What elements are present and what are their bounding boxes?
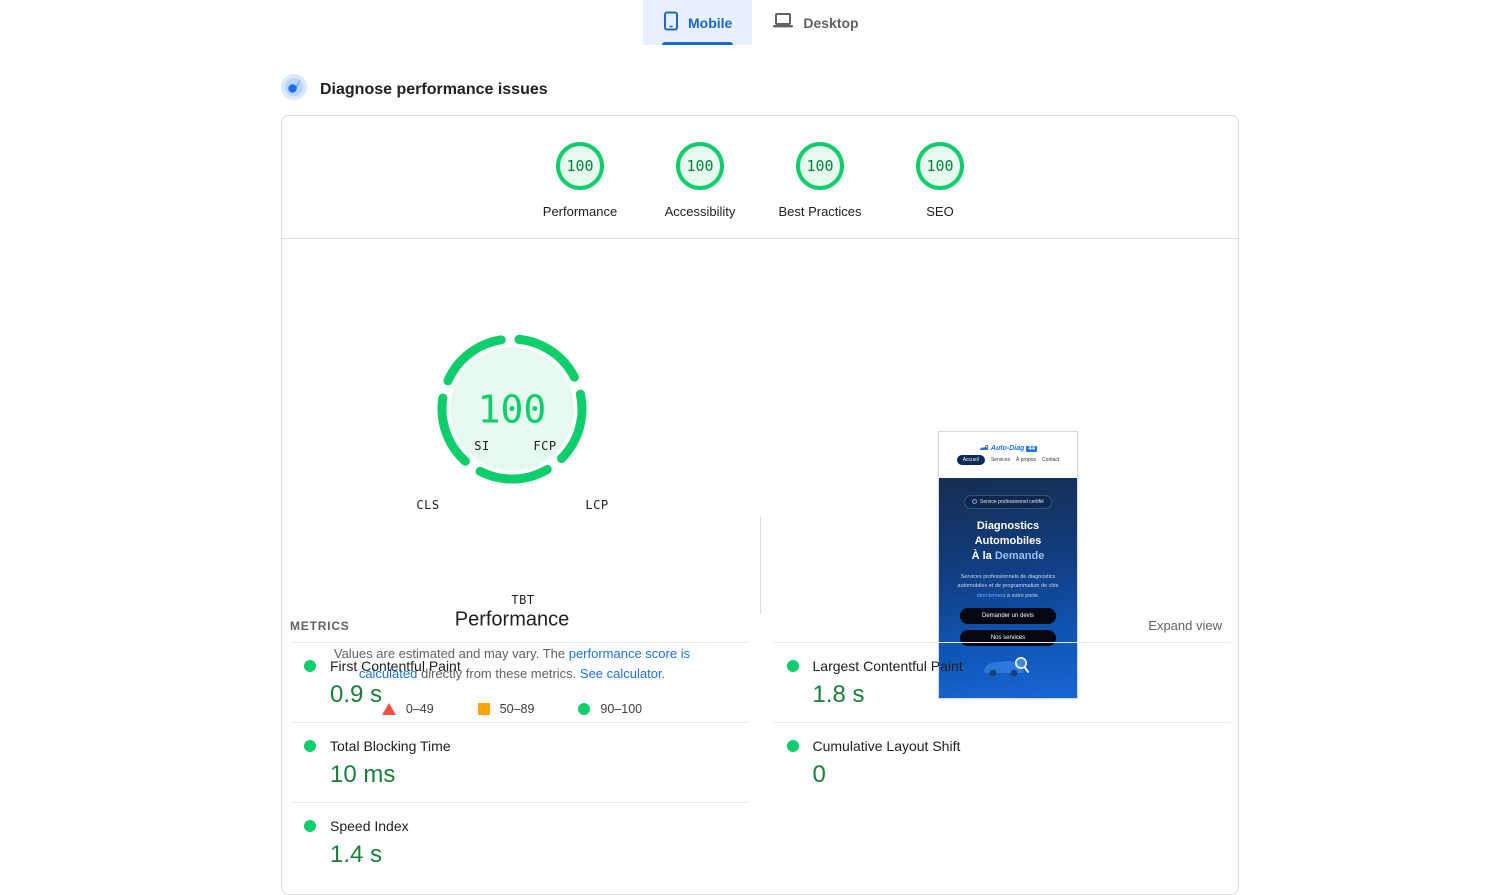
category-scores-row: 100 Performance 100 Accessibility 100 Be…	[282, 116, 1238, 219]
active-tab-indicator	[662, 42, 734, 45]
hero-paragraph-highlight: directement	[976, 593, 1006, 600]
score-best-practices-label: Best Practices	[778, 204, 862, 219]
performance-gauge-section: 100 SI FCP CLS LCP TBT Performance Value…	[282, 239, 1238, 716]
metrics-heading: METRICS	[290, 618, 350, 633]
thumbnail-site-logo: Auto-Diag 44	[979, 445, 1038, 452]
pass-dot-icon	[304, 660, 316, 672]
metric-name-cls: Cumulative Layout Shift	[812, 738, 961, 754]
metric-value-fcp: 0.9 s	[330, 681, 383, 708]
tab-desktop-label: Desktop	[803, 14, 859, 31]
score-seo-label: SEO	[926, 204, 954, 219]
score-performance-gauge[interactable]: 100	[556, 142, 604, 190]
metric-largest-contentful-paint: Largest Contentful Paint 1.8 s	[772, 643, 1231, 723]
metrics-column-left: First Contentful Paint 0.9 s Total Block…	[290, 642, 749, 882]
metrics-column-right: Largest Contentful Paint 1.8 s Cumulativ…	[772, 642, 1232, 882]
hero-paragraph: Services professionnels de diagnostics a…	[939, 573, 1077, 603]
metrics-header: METRICS Expand view	[290, 618, 1222, 633]
speedometer-icon	[281, 74, 307, 105]
logo-car-icon	[979, 445, 989, 450]
score-accessibility-label: Accessibility	[664, 204, 736, 219]
performance-gauge: 100	[427, 324, 597, 494]
score-seo: 100 SEO	[880, 142, 1000, 219]
nav-a-propos: À propos	[1016, 457, 1037, 463]
score-performance: 100 Performance	[520, 142, 640, 219]
diagnose-title: Diagnose performance issues	[320, 80, 548, 98]
score-seo-gauge[interactable]: 100	[916, 142, 964, 190]
metric-name-tbt: Total Blocking Time	[330, 738, 451, 754]
metric-value-si: 1.4 s	[330, 841, 383, 868]
badge-dot-icon	[972, 499, 978, 504]
device-tabbar: Mobile Desktop	[643, 0, 879, 45]
tab-mobile-label: Mobile	[688, 14, 733, 31]
hero-title-line2: Automobiles	[974, 534, 1042, 547]
hero-badge-text: Service professionnel certifié	[980, 498, 1044, 505]
metric-name-si: Speed Index	[330, 818, 409, 834]
metric-name-lcp: Largest Contentful Paint	[812, 658, 963, 674]
gauge-label-cls: CLS	[416, 498, 440, 512]
hero-title: Diagnostics Automobiles À la Demande	[939, 519, 1077, 564]
pass-dot-icon	[786, 660, 799, 672]
metric-cumulative-layout-shift: Cumulative Layout Shift 0	[773, 723, 1232, 802]
metric-name-fcp: First Contentful Paint	[330, 658, 461, 674]
hero-title-line3a: À la	[971, 549, 995, 562]
gauge-label-fcp: FCP	[533, 439, 557, 453]
diagnose-section-header: Diagnose performance issues	[281, 74, 548, 105]
pass-dot-icon	[786, 740, 799, 752]
tab-mobile[interactable]: Mobile	[643, 0, 753, 45]
nav-accueil: Accueil	[956, 455, 985, 465]
metric-value-tbt: 10 ms	[330, 761, 396, 788]
score-accessibility-gauge[interactable]: 100	[676, 142, 724, 190]
nav-contact: Contact	[1042, 457, 1060, 463]
mobile-phone-icon	[663, 11, 679, 34]
metric-speed-index: Speed Index 1.4 s	[290, 803, 749, 882]
tab-desktop[interactable]: Desktop	[752, 0, 878, 45]
metric-value-lcp: 1.8 s	[812, 681, 865, 708]
gauge-score-text: 100	[478, 388, 547, 432]
expand-view-link[interactable]: Expand view	[1148, 618, 1222, 633]
pass-dot-icon	[304, 740, 316, 752]
logo-badge: 44	[1026, 445, 1038, 452]
metrics-grid: First Contentful Paint 0.9 s Total Block…	[290, 642, 1231, 882]
gauge-thumbnail-divider	[760, 517, 761, 614]
pass-dot-icon	[304, 820, 316, 832]
hero-title-line3b: Demande	[994, 549, 1045, 562]
metric-first-contentful-paint: First Contentful Paint 0.9 s	[290, 643, 749, 723]
hero-paragraph-part1: Services professionnels de diagnostics a…	[957, 573, 1059, 590]
gauge-label-tbt: TBT	[511, 593, 535, 607]
metric-total-blocking-time: Total Blocking Time 10 ms	[290, 723, 749, 803]
score-accessibility: 100 Accessibility	[640, 142, 760, 219]
hero-certified-badge: Service professionnel certifié	[964, 494, 1052, 509]
score-performance-label: Performance	[542, 204, 618, 219]
metric-value-cls: 0	[812, 761, 826, 788]
hero-paragraph-part2: à votre porte.	[1005, 593, 1040, 600]
desktop-laptop-icon	[772, 12, 794, 33]
gauge-label-lcp: LCP	[585, 498, 609, 512]
hero-title-line1: Diagnostics	[976, 520, 1040, 532]
thumbnail-nav: Accueil Services À propos Contact	[956, 455, 1060, 465]
gauge-label-si: SI	[474, 439, 490, 453]
lighthouse-report-card: 100 Performance 100 Accessibility 100 Be…	[281, 115, 1239, 895]
score-best-practices: 100 Best Practices	[760, 142, 880, 219]
score-best-practices-gauge[interactable]: 100	[796, 142, 844, 190]
nav-services: Services	[990, 457, 1011, 463]
thumbnail-site-header: Auto-Diag 44 Accueil Services À propos C…	[939, 432, 1077, 478]
logo-text: Auto-Diag	[990, 445, 1025, 452]
